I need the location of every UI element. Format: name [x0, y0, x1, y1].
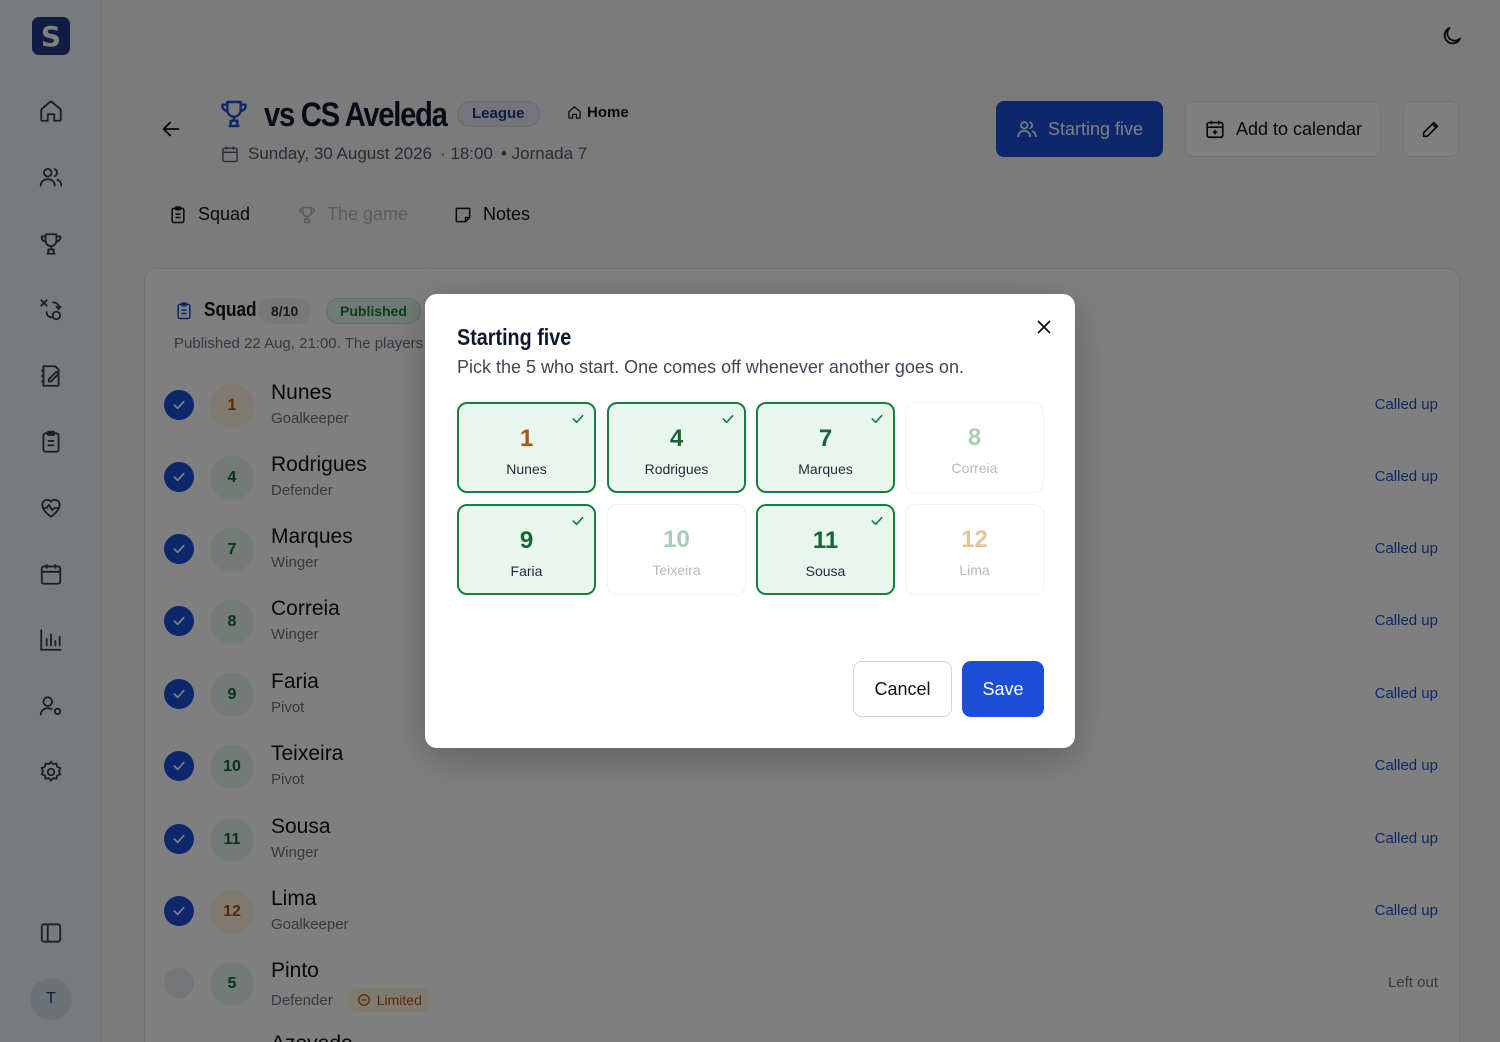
option-name: Lima: [959, 562, 990, 578]
option-name: Marques: [798, 461, 853, 477]
option-number: 1: [519, 425, 534, 452]
option-name: Correia: [951, 460, 998, 476]
option-name: Faria: [510, 563, 543, 579]
check-icon: [871, 516, 883, 526]
check-icon: [572, 516, 584, 526]
option-name: Sousa: [805, 563, 846, 579]
option-number: 7: [818, 425, 833, 452]
option-number: 4: [669, 425, 684, 452]
cancel-button[interactable]: Cancel: [853, 661, 952, 717]
option-number: 8: [967, 424, 982, 451]
check-icon: [572, 414, 584, 424]
option-number: 10: [663, 526, 690, 553]
close-icon[interactable]: [1033, 316, 1055, 338]
option-number: 9: [519, 527, 534, 554]
option-name: Teixeira: [652, 562, 701, 578]
starter-option[interactable]: 1 Nunes: [457, 402, 596, 493]
dialog-title: Starting five: [457, 324, 572, 350]
starter-option[interactable]: 8 Correia: [905, 402, 1044, 493]
starter-option[interactable]: 7 Marques: [756, 402, 895, 493]
starter-option[interactable]: 9 Faria: [457, 504, 596, 595]
check-icon: [871, 414, 883, 424]
save-button[interactable]: Save: [962, 661, 1044, 717]
option-number: 12: [961, 526, 988, 553]
starter-option[interactable]: 4 Rodrigues: [607, 402, 746, 493]
starting-five-dialog: Starting five Pick the 5 who start. One …: [425, 294, 1075, 748]
option-name: Nunes: [506, 461, 547, 477]
option-number: 11: [812, 527, 839, 554]
dialog-subtitle: Pick the 5 who start. One comes off when…: [457, 357, 964, 377]
option-name: Rodrigues: [644, 461, 709, 477]
starter-option[interactable]: 12 Lima: [905, 504, 1044, 595]
check-icon: [722, 414, 734, 424]
starter-option[interactable]: 10 Teixeira: [607, 504, 746, 595]
starter-option[interactable]: 11 Sousa: [756, 504, 895, 595]
